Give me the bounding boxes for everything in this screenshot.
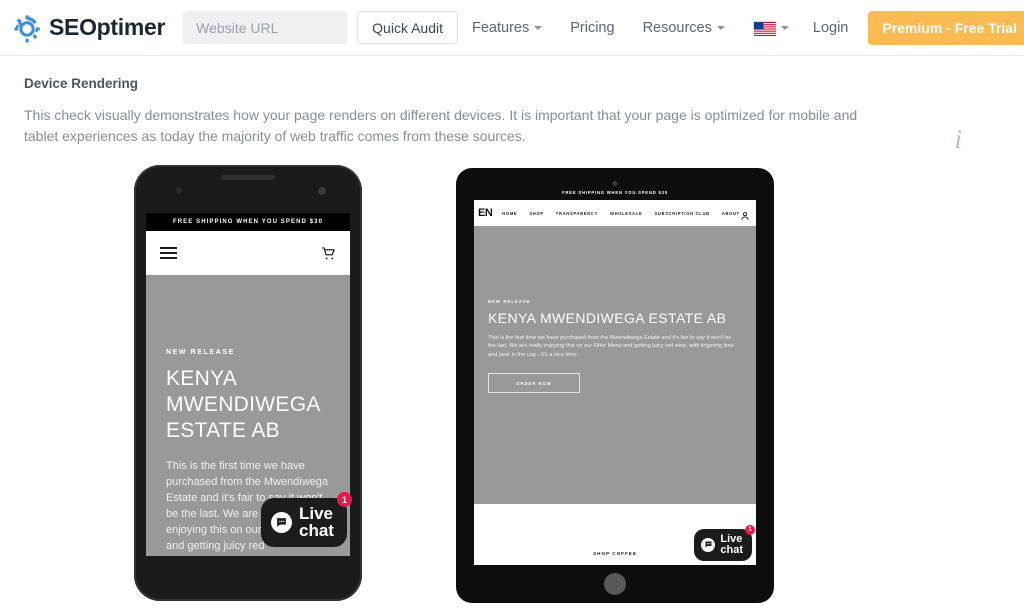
tablet-hero: NEW RELEASE KENYA MWENDIWEGA ESTATE AB T…	[474, 226, 756, 504]
tablet-shipping-banner: FREE SHIPPING WHEN YOU SPEND $30	[562, 190, 668, 195]
device-preview-stage: FREE SHIPPING WHEN YOU SPEND $30 NEW REL…	[24, 165, 1000, 613]
nav-label: Features	[472, 19, 530, 36]
tablet-order-now-button[interactable]: ORDER NOW	[488, 373, 580, 394]
tablet-live-chat-badge: 1	[745, 524, 755, 535]
tablet-hero-body: This is the first time we have purchased…	[488, 335, 734, 358]
phone-site-nav	[146, 231, 350, 275]
quick-audit-button[interactable]: Quick Audit	[357, 11, 458, 44]
shopping-cart-icon[interactable]	[321, 246, 336, 261]
login-link[interactable]: Login	[799, 20, 862, 36]
tablet-hero-title: KENYA MWENDIWEGA ESTATE AB	[488, 310, 727, 326]
website-url-input[interactable]	[183, 11, 348, 44]
tablet-footer-label: SHOP COFFEE	[593, 551, 637, 556]
phone-live-chat-badge: 1	[336, 492, 352, 507]
section-description: This check visually demonstrates how you…	[24, 107, 858, 144]
phone-sensor-icon	[318, 187, 326, 195]
phone-live-chat-widget[interactable]: Live chat 1	[261, 492, 352, 547]
phone-hero-title: KENYA MWENDIWEGA ESTATE AB	[166, 367, 320, 442]
tablet-nav-links: HOME SHOP TRANSPARENCY WHOLESALE SUBSCRI…	[502, 211, 740, 216]
tablet-mockup: FREE SHIPPING WHEN YOU SPEND $30 EN HOME…	[456, 168, 774, 603]
tablet-hero-kicker: NEW RELEASE	[488, 299, 531, 304]
tablet-nav-item-transparency[interactable]: TRANSPARENCY	[556, 211, 598, 216]
nav-item-features[interactable]: Features	[458, 20, 556, 36]
chevron-down-icon	[534, 25, 543, 30]
phone-camera-icon	[176, 187, 182, 193]
hamburger-menu-icon[interactable]	[160, 247, 177, 259]
page-title: Device Rendering	[24, 76, 139, 91]
tablet-nav-item-home[interactable]: HOME	[502, 211, 517, 216]
site-header: SEOptimer Quick Audit Features Pricing R…	[0, 0, 1024, 56]
chevron-down-icon	[716, 25, 725, 30]
tablet-camera-icon	[612, 181, 618, 186]
device-rendering-section: Device Rendering This check visually dem…	[0, 56, 1024, 613]
phone-bezel-top	[134, 165, 362, 213]
language-selector[interactable]	[739, 20, 799, 36]
phone-speaker	[221, 175, 275, 180]
brand-name: SEOptimer	[49, 14, 166, 40]
chat-bubble-icon	[271, 511, 292, 533]
nav-label: Resources	[642, 19, 712, 36]
user-account-icon[interactable]	[740, 208, 750, 220]
info-icon[interactable]: i	[954, 124, 962, 155]
phone-mockup: FREE SHIPPING WHEN YOU SPEND $30 NEW REL…	[134, 165, 362, 601]
tablet-live-chat-label: Live chat	[720, 532, 743, 556]
tablet-nav-item-wholesale[interactable]: WHOLESALE	[610, 211, 642, 216]
nav-item-pricing[interactable]: Pricing	[556, 20, 628, 36]
chevron-down-icon	[780, 25, 789, 30]
us-flag-icon	[752, 20, 776, 36]
chat-bubble-icon	[701, 537, 716, 552]
brand-logo[interactable]: SEOptimer	[12, 13, 165, 43]
premium-free-trial-button[interactable]: Premium - Free Trial	[868, 10, 1024, 45]
tablet-screen: EN HOME SHOP TRANSPARENCY WHOLESALE SUBS…	[474, 200, 756, 565]
phone-hero-kicker: NEW RELEASE	[166, 349, 235, 356]
tablet-live-chat-widget[interactable]: Live chat 1	[694, 524, 755, 561]
tablet-nav-item-shop[interactable]: SHOP	[529, 211, 543, 216]
tablet-nav-item-about[interactable]: ABOUT	[722, 211, 740, 216]
tablet-footer: SHOP COFFEE Live chat 1	[474, 504, 756, 565]
nav-item-resources[interactable]: Resources	[629, 20, 739, 36]
phone-shipping-banner: FREE SHIPPING WHEN YOU SPEND $30	[146, 213, 350, 231]
gear-refresh-icon	[12, 13, 42, 43]
main-nav: Features Pricing Resources Login Premium…	[458, 10, 1024, 45]
tablet-home-button[interactable]	[604, 573, 626, 595]
tablet-nav-item-subscription-club[interactable]: SUBSCRIPTION CLUB	[654, 211, 709, 216]
nav-label: Pricing	[570, 19, 615, 36]
phone-live-chat-label: Live chat	[299, 504, 334, 541]
tablet-language-label[interactable]: EN	[478, 207, 493, 219]
tablet-site-nav: EN HOME SHOP TRANSPARENCY WHOLESALE SUBS…	[474, 200, 756, 226]
